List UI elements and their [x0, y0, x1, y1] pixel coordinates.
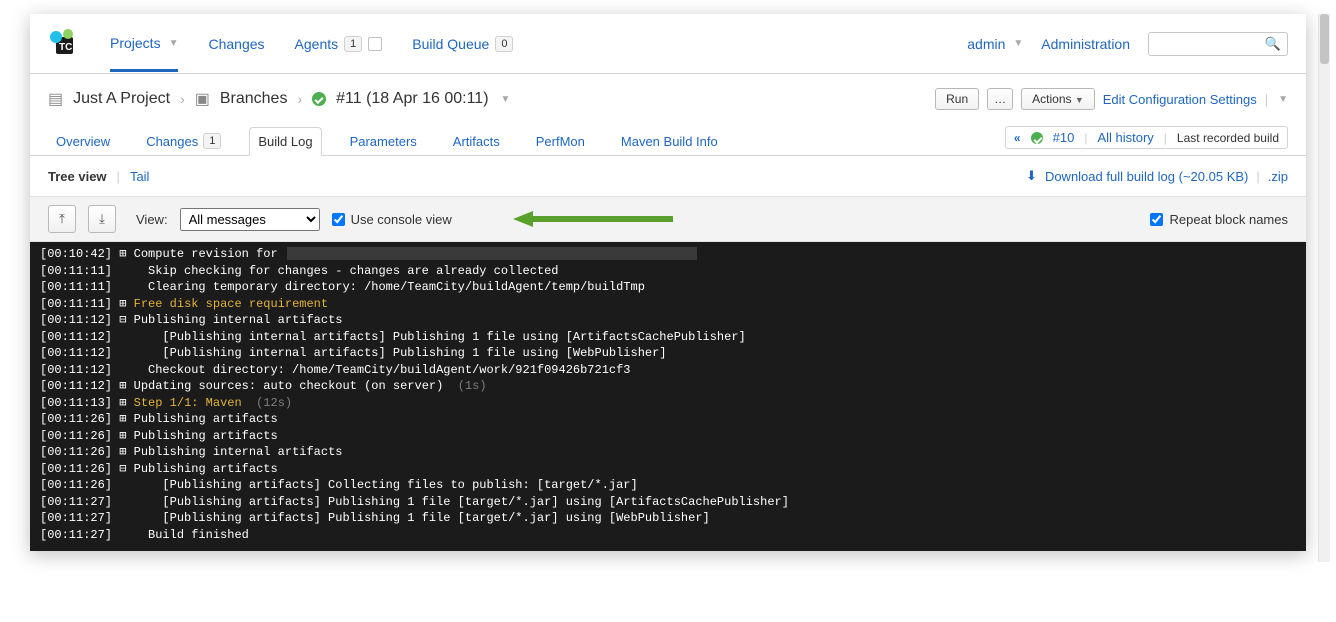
- nav-agents-label: Agents: [295, 36, 339, 52]
- scroll-top-button[interactable]: ⤒: [48, 205, 76, 233]
- project-icon: ▤: [48, 89, 63, 109]
- log-line: [00:11:27] [Publishing artifacts] Publis…: [40, 510, 1296, 527]
- teamcity-logo-icon: TC: [48, 29, 78, 59]
- console-view-input[interactable]: [332, 213, 345, 226]
- user-menu-label: admin: [967, 36, 1005, 52]
- repeat-blocks-checkbox[interactable]: Repeat block names: [1150, 212, 1288, 227]
- log-line: [00:11:27] Build finished: [40, 527, 1296, 544]
- changes-count-badge: 1: [203, 133, 221, 149]
- run-button[interactable]: Run: [935, 88, 979, 110]
- actions-dropdown[interactable]: Actions ▼: [1021, 88, 1095, 110]
- log-controls-bar: ⤒ ⤓ View: All messages Use console view …: [30, 196, 1306, 242]
- svg-text:TC: TC: [59, 42, 72, 53]
- tree-view-toggle[interactable]: Tree view: [48, 169, 107, 184]
- log-line: [00:11:12] [Publishing internal artifact…: [40, 329, 1296, 346]
- chevron-right-icon: ›: [297, 91, 302, 107]
- actions-label: Actions: [1032, 92, 1071, 106]
- repeat-blocks-input[interactable]: [1150, 213, 1163, 226]
- nav-projects[interactable]: Projects ▼: [110, 35, 178, 72]
- console-view-label: Use console view: [351, 212, 452, 227]
- log-line: [00:11:26] [Publishing artifacts] Collec…: [40, 477, 1296, 494]
- tab-build-log[interactable]: Build Log: [249, 127, 321, 156]
- breadcrumb: ▤ Just A Project › ▣ Branches › #11 (18 …: [48, 89, 510, 109]
- tail-view-toggle[interactable]: Tail: [130, 169, 150, 184]
- log-line: [00:11:11] Clearing temporary directory:…: [40, 279, 1296, 296]
- nav-build-queue[interactable]: Build Queue 0: [412, 36, 513, 52]
- download-links: ⬇ Download full build log (~20.05 KB) | …: [1026, 168, 1288, 184]
- tab-overview[interactable]: Overview: [48, 128, 118, 155]
- log-line[interactable]: [00:11:26] ⊞ Publishing internal artifac…: [40, 444, 1296, 461]
- log-line[interactable]: [00:11:26] ⊞ Publishing artifacts: [40, 428, 1296, 445]
- app-window: TC Projects ▼ Changes Agents 1 Build Que…: [30, 14, 1306, 551]
- download-log-link[interactable]: Download full build log (~20.05 KB): [1045, 169, 1248, 184]
- build-history-nav: « #10 | All history | Last recorded buil…: [1005, 126, 1288, 149]
- vertical-scrollbar[interactable]: [1318, 14, 1330, 562]
- chevron-down-icon: ▼: [1013, 38, 1023, 49]
- branches-icon: ▣: [195, 89, 210, 109]
- scrollbar-thumb[interactable]: [1320, 14, 1329, 64]
- nav-agents[interactable]: Agents 1: [295, 36, 383, 52]
- log-line: [00:11:12] [Publishing internal artifact…: [40, 345, 1296, 362]
- agents-count-badge: 1: [344, 36, 362, 52]
- queue-count-badge: 0: [495, 36, 513, 52]
- prev-build-link[interactable]: #10: [1053, 130, 1075, 145]
- success-icon: [1031, 132, 1043, 144]
- all-history-link[interactable]: All history: [1097, 130, 1153, 145]
- edit-config-link[interactable]: Edit Configuration Settings: [1103, 92, 1257, 107]
- chevron-right-icon: ›: [180, 91, 185, 107]
- log-line: [00:11:11] Skip checking for changes - c…: [40, 263, 1296, 280]
- nav-queue-label: Build Queue: [412, 36, 489, 52]
- tab-maven[interactable]: Maven Build Info: [613, 128, 726, 155]
- prev-builds-icon[interactable]: «: [1014, 131, 1021, 145]
- view-filter-select[interactable]: All messages: [180, 208, 320, 231]
- breadcrumb-build: #11 (18 Apr 16 00:11): [336, 90, 488, 108]
- nav-projects-label: Projects: [110, 35, 161, 51]
- top-nav-links: Projects ▼ Changes Agents 1 Build Queue …: [110, 35, 513, 52]
- log-line[interactable]: [00:10:42] ⊞ Compute revision for: [40, 246, 1296, 263]
- breadcrumb-row: ▤ Just A Project › ▣ Branches › #11 (18 …: [30, 74, 1306, 118]
- view-label: View:: [136, 212, 168, 227]
- search-input[interactable]: 🔍: [1148, 32, 1288, 56]
- tab-parameters[interactable]: Parameters: [342, 128, 425, 155]
- redacted-block: [287, 247, 697, 260]
- chevron-down-icon: ▼: [169, 38, 179, 49]
- tab-changes-label: Changes: [146, 134, 198, 149]
- last-recorded-label: Last recorded build: [1177, 131, 1279, 145]
- log-line[interactable]: [00:11:12] ⊞ Updating sources: auto chec…: [40, 378, 1296, 395]
- chevron-down-icon: ▼: [1075, 95, 1084, 105]
- search-icon: 🔍: [1265, 36, 1281, 52]
- log-line[interactable]: [00:11:12] ⊟ Publishing internal artifac…: [40, 312, 1296, 329]
- tab-artifacts[interactable]: Artifacts: [445, 128, 508, 155]
- download-icon: ⬇: [1026, 168, 1037, 184]
- breadcrumb-project[interactable]: Just A Project: [73, 90, 170, 108]
- log-view-subnav: Tree view | Tail ⬇ Download full build l…: [30, 156, 1306, 196]
- log-line[interactable]: [00:11:26] ⊞ Publishing artifacts: [40, 411, 1296, 428]
- top-nav-right: admin ▼ Administration 🔍: [967, 32, 1288, 56]
- download-button[interactable]: ⤓: [88, 205, 116, 233]
- build-tabs: Overview Changes 1 Build Log Parameters …: [30, 118, 1306, 156]
- administration-link[interactable]: Administration: [1041, 36, 1130, 52]
- success-icon: [312, 92, 326, 106]
- download-zip-link[interactable]: .zip: [1268, 169, 1288, 184]
- log-line: [00:11:12] Checkout directory: /home/Tea…: [40, 362, 1296, 379]
- console-view-checkbox[interactable]: Use console view: [332, 212, 452, 227]
- callout-arrow-icon: [513, 210, 673, 228]
- chevron-down-icon[interactable]: ▼: [1278, 94, 1288, 105]
- agents-extra-badge: [368, 37, 382, 51]
- log-line[interactable]: [00:11:11] ⊞ Free disk space requirement: [40, 296, 1296, 313]
- run-more-button[interactable]: …: [987, 88, 1013, 110]
- log-line[interactable]: [00:11:26] ⊟ Publishing artifacts: [40, 461, 1296, 478]
- log-line[interactable]: [00:11:13] ⊞ Step 1/1: Maven (12s): [40, 395, 1296, 412]
- top-nav: TC Projects ▼ Changes Agents 1 Build Que…: [30, 14, 1306, 74]
- build-log-console[interactable]: [00:10:42] ⊞ Compute revision for [00:11…: [30, 242, 1306, 551]
- build-actions: Run … Actions ▼ Edit Configuration Setti…: [935, 88, 1288, 110]
- repeat-blocks-label: Repeat block names: [1169, 212, 1288, 227]
- breadcrumb-branches[interactable]: Branches: [220, 90, 288, 108]
- tab-perfmon[interactable]: PerfMon: [528, 128, 593, 155]
- chevron-down-icon[interactable]: ▼: [501, 94, 511, 105]
- log-line: [00:11:27] [Publishing artifacts] Publis…: [40, 494, 1296, 511]
- tab-changes[interactable]: Changes 1: [138, 127, 229, 155]
- nav-changes[interactable]: Changes: [208, 36, 264, 52]
- user-menu[interactable]: admin ▼: [967, 36, 1023, 52]
